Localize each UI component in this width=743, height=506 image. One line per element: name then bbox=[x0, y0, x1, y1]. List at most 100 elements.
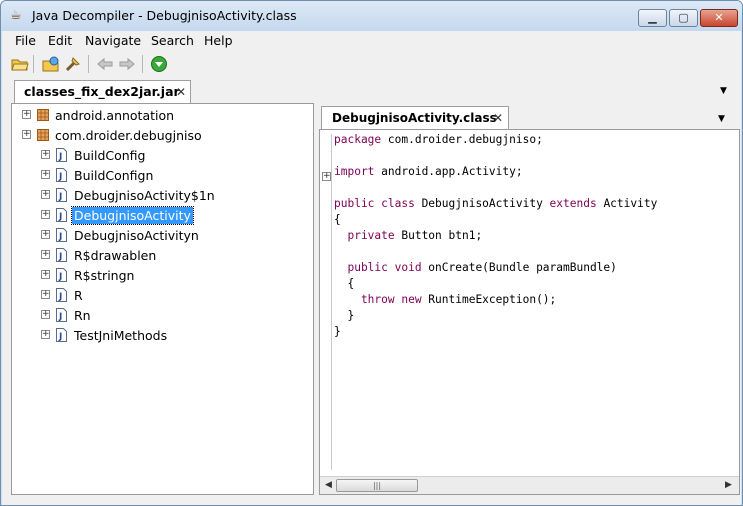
tree-expand-icon[interactable]: + bbox=[41, 150, 50, 159]
tree-node-label: DebugjnisoActivityn bbox=[74, 228, 199, 243]
tree-node-label: R$stringn bbox=[74, 268, 135, 283]
scroll-thumb[interactable]: ||| bbox=[336, 479, 418, 492]
minimize-button[interactable]: ▁ bbox=[638, 9, 667, 27]
forward-icon bbox=[119, 57, 135, 71]
tree-class-node[interactable]: + J DebugjnisoActivity bbox=[12, 206, 312, 226]
title-bar[interactable]: ☕ Java Decompiler - DebugjnisoActivity.c… bbox=[1, 1, 742, 31]
about-icon bbox=[151, 56, 167, 72]
forward-button[interactable] bbox=[118, 55, 136, 73]
open-file-button[interactable] bbox=[11, 55, 29, 73]
tree-class-node[interactable]: + J R bbox=[12, 286, 312, 306]
package-icon bbox=[37, 109, 49, 121]
code-keyword: public void bbox=[334, 261, 422, 274]
tab-class-file[interactable]: DebugjnisoActivity.class ✕ bbox=[321, 106, 509, 129]
close-icon[interactable]: ✕ bbox=[176, 85, 186, 99]
tree-node-label: TestJniMethods bbox=[74, 328, 168, 343]
find-icon bbox=[65, 57, 80, 72]
tree-node-label: BuildConfign bbox=[74, 168, 154, 183]
tab-jar-file[interactable]: classes_fix_dex2jar.jar ✕ bbox=[14, 80, 191, 103]
svg-text:J: J bbox=[58, 272, 62, 282]
code-line: package com.droider.debugjniso; bbox=[334, 133, 543, 146]
code-view[interactable]: + ◀ ||| ▶ package com.droider.debugjniso… bbox=[319, 129, 740, 495]
tree-expand-icon[interactable]: + bbox=[41, 330, 50, 339]
java-class-file-icon: J bbox=[56, 228, 67, 242]
toolbar-separator bbox=[142, 55, 143, 73]
file-tab-bar: classes_fix_dex2jar.jar ✕ ▼ bbox=[2, 77, 741, 103]
back-button[interactable] bbox=[96, 55, 114, 73]
close-icon: ✕ bbox=[714, 11, 724, 24]
tree-class-node[interactable]: + J TestJniMethods bbox=[12, 326, 312, 346]
tree-expand-icon[interactable]: + bbox=[41, 310, 50, 319]
tree-class-node[interactable]: + J BuildConfign bbox=[12, 166, 312, 186]
tree-node-label: BuildConfig bbox=[74, 148, 146, 163]
java-class-file-icon: J bbox=[56, 248, 67, 262]
svg-text:J: J bbox=[58, 192, 62, 202]
scroll-right-icon[interactable]: ▶ bbox=[722, 479, 735, 492]
tab-jar-label: classes_fix_dex2jar.jar bbox=[24, 84, 180, 99]
editor-tab-list-dropdown-icon[interactable]: ▼ bbox=[718, 114, 725, 124]
code-line: { bbox=[334, 213, 341, 226]
code-line: } bbox=[334, 325, 341, 338]
code-line: import android.app.Activity; bbox=[334, 165, 523, 178]
code-line: public void onCreate(Bundle paramBundle) bbox=[334, 261, 617, 274]
tree-package-node[interactable]: + android.annotation bbox=[12, 106, 312, 126]
scroll-left-icon[interactable]: ◀ bbox=[322, 479, 335, 492]
code-line: } bbox=[334, 309, 355, 322]
about-button[interactable] bbox=[150, 55, 168, 73]
package-tree[interactable]: + android.annotation + com.droider.debugjni… bbox=[11, 103, 314, 495]
source-editor: DebugjnisoActivity.class ✕ ▼ + ◀ ||| ▶ p… bbox=[319, 103, 740, 495]
tree-node-label: com.droider.debugjniso bbox=[55, 128, 202, 143]
open-type-button[interactable] bbox=[42, 55, 60, 73]
tree-class-node[interactable]: + J Rn bbox=[12, 306, 312, 326]
tree-class-node[interactable]: + J DebugjnisoActivity$1n bbox=[12, 186, 312, 206]
maximize-button[interactable]: ▢ bbox=[669, 9, 698, 27]
code-line: public class DebugjnisoActivity extends … bbox=[334, 197, 658, 210]
code-keyword: public class bbox=[334, 197, 415, 210]
svg-text:J: J bbox=[58, 312, 62, 322]
java-class-file-icon: J bbox=[56, 308, 67, 322]
fold-expand-icon[interactable]: + bbox=[322, 172, 331, 181]
tree-node-label-selected: DebugjnisoActivity bbox=[71, 206, 194, 225]
package-icon bbox=[37, 129, 49, 141]
menu-help[interactable]: Help bbox=[204, 33, 233, 48]
tree-node-label: DebugjnisoActivity$1n bbox=[74, 188, 215, 203]
horizontal-scrollbar[interactable]: ◀ ||| ▶ bbox=[320, 476, 739, 494]
menu-file[interactable]: File bbox=[15, 33, 36, 48]
tree-class-node[interactable]: + J R$drawablen bbox=[12, 246, 312, 266]
tree-expand-icon[interactable]: + bbox=[41, 170, 50, 179]
svg-text:J: J bbox=[58, 212, 62, 222]
code-keyword: throw new bbox=[334, 293, 422, 306]
tree-expand-icon[interactable]: + bbox=[41, 290, 50, 299]
tab-list-dropdown-icon[interactable]: ▼ bbox=[720, 86, 727, 96]
back-icon bbox=[97, 57, 113, 71]
svg-text:J: J bbox=[58, 252, 62, 262]
menu-edit[interactable]: Edit bbox=[48, 33, 72, 48]
close-icon[interactable]: ✕ bbox=[493, 111, 503, 125]
tree-package-node[interactable]: + com.droider.debugjniso bbox=[12, 126, 312, 146]
tree-expand-icon[interactable]: + bbox=[41, 210, 50, 219]
window-title: Java Decompiler - DebugjnisoActivity.cla… bbox=[32, 8, 297, 23]
tree-node-label: R$drawablen bbox=[74, 248, 157, 263]
tree-class-node[interactable]: + J BuildConfig bbox=[12, 146, 312, 166]
find-button[interactable] bbox=[64, 55, 82, 73]
maximize-icon: ▢ bbox=[678, 11, 689, 24]
menu-navigate[interactable]: Navigate bbox=[85, 33, 141, 48]
minimize-icon: ▁ bbox=[648, 11, 657, 24]
menu-search[interactable]: Search bbox=[151, 33, 194, 48]
tree-expand-icon[interactable]: + bbox=[41, 250, 50, 259]
code-keyword: import bbox=[334, 165, 375, 178]
tree-class-node[interactable]: + J R$stringn bbox=[12, 266, 312, 286]
tree-expand-icon[interactable]: + bbox=[41, 270, 50, 279]
code-line: throw new RuntimeException(); bbox=[334, 293, 557, 306]
tree-expand-icon[interactable]: + bbox=[41, 190, 50, 199]
tree-expand-icon[interactable]: + bbox=[22, 110, 31, 119]
java-class-file-icon: J bbox=[56, 208, 67, 222]
tree-class-node[interactable]: + J DebugjnisoActivityn bbox=[12, 226, 312, 246]
svg-text:J: J bbox=[58, 152, 62, 162]
java-class-file-icon: J bbox=[56, 268, 67, 282]
tree-expand-icon[interactable]: + bbox=[22, 130, 31, 139]
app-window: ☕ Java Decompiler - DebugjnisoActivity.c… bbox=[0, 0, 743, 506]
toolbar bbox=[2, 51, 741, 78]
tree-expand-icon[interactable]: + bbox=[41, 230, 50, 239]
close-button[interactable]: ✕ bbox=[700, 9, 738, 27]
